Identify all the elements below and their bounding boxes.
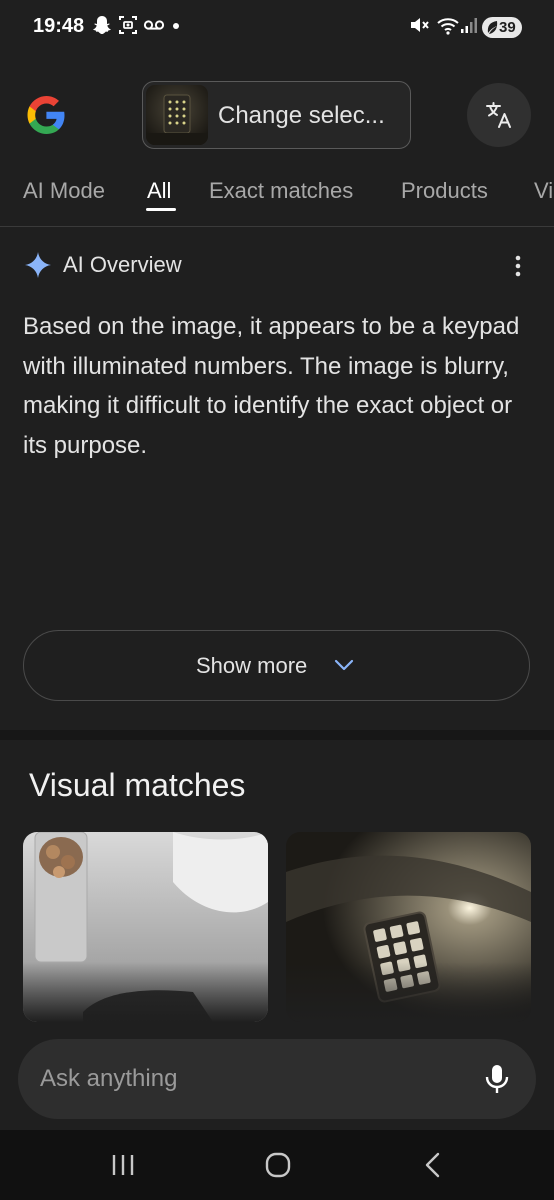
change-selection-button[interactable]: Change selec... — [142, 81, 411, 149]
search-tabs: AI Mode All Exact matches Products Vi — [0, 168, 554, 224]
tab-visual[interactable]: Vi — [534, 178, 553, 204]
mute-icon — [408, 14, 430, 38]
screenshot-icon — [118, 14, 138, 38]
signal-icon — [460, 14, 478, 38]
wifi-icon — [436, 14, 460, 38]
visual-match-card[interactable] — [23, 832, 268, 1022]
voicemail-icon — [143, 14, 165, 38]
ai-overview-title: AI Overview — [63, 252, 182, 277]
show-more-label: Show more — [196, 653, 308, 678]
section-separator — [0, 730, 554, 740]
more-options-icon[interactable] — [508, 253, 528, 279]
snapchat-icon — [92, 14, 112, 38]
visual-matches-title: Visual matches — [29, 767, 246, 803]
navigation-bar — [0, 1130, 554, 1200]
show-more-button[interactable]: Show more — [23, 630, 530, 701]
tab-products[interactable]: Products — [401, 178, 488, 204]
ai-overview-text: Based on the image, it appears to be a k… — [23, 313, 520, 459]
back-icon[interactable] — [420, 1150, 446, 1185]
translate-button[interactable] — [467, 83, 531, 147]
active-tab-indicator — [146, 208, 176, 211]
microphone-icon[interactable] — [484, 1063, 510, 1100]
ask-input[interactable] — [40, 1063, 460, 1095]
visual-match-card[interactable] — [286, 832, 531, 1022]
image-fade — [286, 962, 531, 1022]
tab-all[interactable]: All — [147, 178, 171, 204]
tab-ai-mode[interactable]: AI Mode — [23, 178, 105, 204]
chevron-down-icon — [333, 657, 355, 678]
translate-icon — [486, 102, 511, 128]
google-logo[interactable] — [24, 93, 68, 137]
status-time: 19:48 — [33, 15, 85, 37]
change-selection-label: Change selec... — [218, 102, 385, 129]
image-fade — [23, 962, 268, 1022]
tab-exact-matches[interactable]: Exact matches — [209, 178, 353, 204]
status-bar: 19:48 39 — [0, 0, 554, 56]
home-icon[interactable] — [263, 1150, 293, 1185]
selection-thumbnail — [146, 85, 208, 145]
tabs-divider — [0, 226, 554, 227]
recents-icon[interactable] — [110, 1150, 136, 1185]
dot-icon — [172, 14, 180, 38]
sparkle-icon — [24, 251, 52, 284]
battery-level: 39 — [499, 19, 516, 36]
battery-icon: 39 — [482, 17, 522, 38]
ask-bar — [18, 1039, 536, 1119]
